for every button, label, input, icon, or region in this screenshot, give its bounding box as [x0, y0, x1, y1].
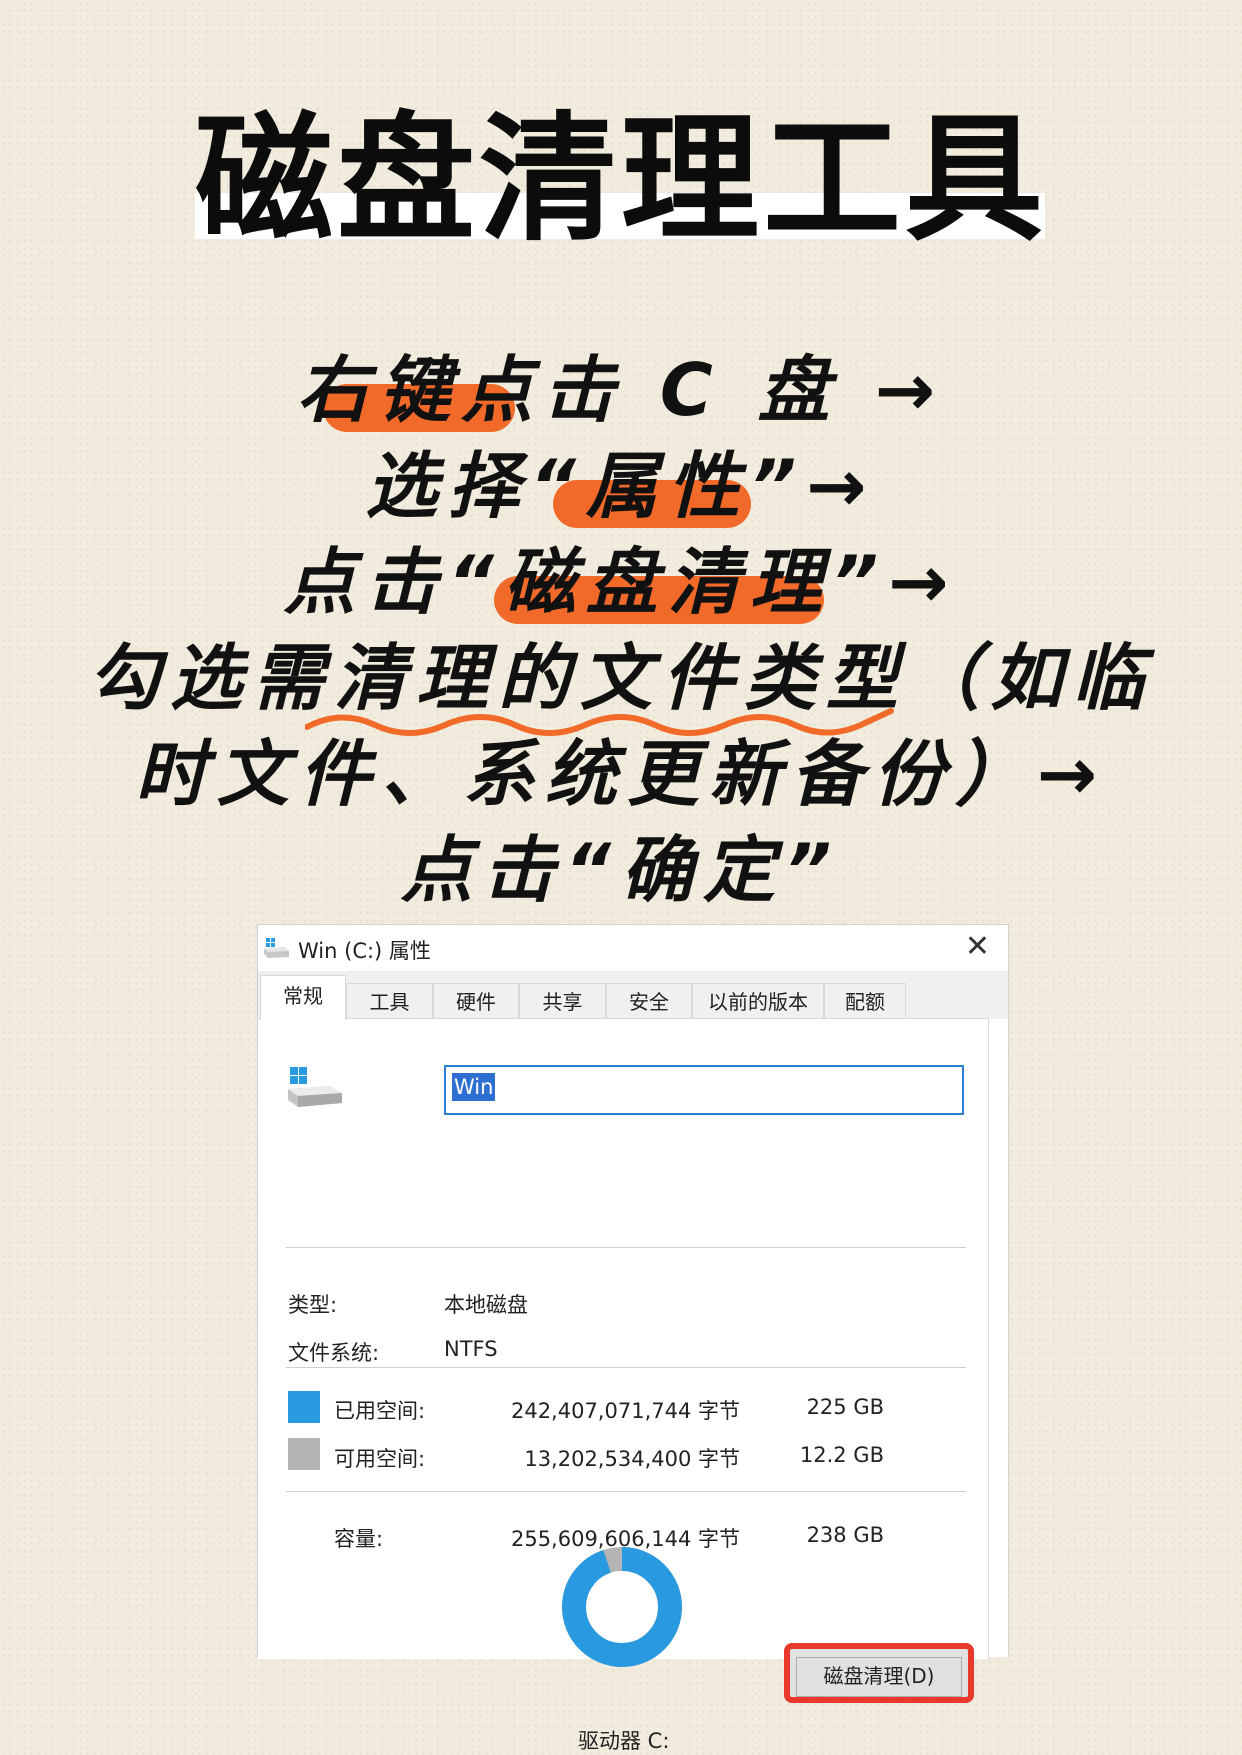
step-line-2: 选择“属性”→	[365, 444, 877, 528]
tab-strip: 常规 工具 硬件 共享 安全 以前的版本 配额	[258, 971, 1008, 1020]
filesystem-label: 文件系统:	[288, 1341, 380, 1365]
used-space-swatch	[288, 1391, 320, 1423]
cleanup-highlight-frame: 磁盘清理(D)	[784, 1643, 974, 1703]
free-space-size: 12.2 GB	[799, 1443, 884, 1467]
used-space-size: 225 GB	[806, 1395, 884, 1419]
dialog-titlebar: Win (C:) 属性 ✕	[258, 925, 1008, 971]
tab-sharing[interactable]: 共享	[519, 983, 606, 1019]
filesystem-value: NTFS	[444, 1337, 498, 1361]
type-label: 类型:	[288, 1293, 338, 1317]
drive-small-icon	[264, 937, 290, 963]
used-space-bytes: 242,407,071,744 字节	[510, 1399, 740, 1423]
dialog-title: Win (C:) 属性	[298, 939, 431, 963]
usage-donut-chart	[562, 1547, 682, 1667]
divider-3	[286, 1491, 966, 1492]
tab-security[interactable]: 安全	[606, 983, 692, 1019]
step-line-5: 时文件、系统更新备份）→	[134, 732, 1108, 816]
properties-dialog: Win (C:) 属性 ✕ 常规 工具 硬件 共享 安全 以前的版本 配额 Wi…	[257, 924, 1009, 1753]
volume-name-input[interactable]: Win	[444, 1065, 964, 1115]
used-space-label: 已用空间:	[334, 1399, 426, 1423]
step-line-1: 右键点击 C 盘 →	[296, 348, 946, 432]
tab-quota[interactable]: 配额	[824, 983, 906, 1019]
tab-general[interactable]: 常规	[260, 975, 346, 1020]
disk-cleanup-button[interactable]: 磁盘清理(D)	[796, 1657, 962, 1697]
used-space-arc	[562, 1547, 682, 1667]
free-space-label: 可用空间:	[334, 1447, 426, 1471]
step-line-6: 点击“确定”	[400, 828, 842, 912]
free-space-swatch	[288, 1438, 320, 1470]
tab-tools[interactable]: 工具	[346, 983, 433, 1019]
drive-label: 驱动器 C:	[578, 1729, 670, 1753]
step-line-3: 点击“磁盘清理”→	[283, 540, 959, 624]
type-value: 本地磁盘	[444, 1293, 528, 1317]
page-title: 磁盘清理工具	[194, 99, 1047, 260]
divider-2	[286, 1367, 966, 1368]
tab-hardware[interactable]: 硬件	[433, 983, 519, 1019]
capacity-label: 容量:	[334, 1527, 384, 1551]
capacity-size: 238 GB	[806, 1523, 884, 1547]
free-space-bytes: 13,202,534,400 字节	[524, 1447, 740, 1471]
close-icon[interactable]: ✕	[965, 929, 990, 964]
drive-icon	[288, 1067, 344, 1113]
divider-1	[286, 1247, 966, 1248]
tab-previous-versions[interactable]: 以前的版本	[692, 983, 824, 1019]
volume-name-selected-text: Win	[452, 1073, 496, 1101]
wavy-underline	[305, 708, 894, 736]
general-pane: Win 类型: 本地磁盘 文件系统: NTFS 已用空间: 242,407,07…	[258, 1018, 989, 1753]
